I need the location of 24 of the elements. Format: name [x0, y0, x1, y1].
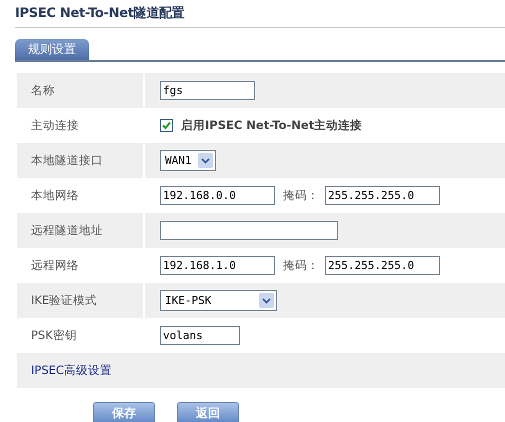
text-field[interactable]: fgs: [160, 81, 255, 100]
checkbox-label: 启用IPSEC Net-To-Net主动连接: [181, 118, 362, 133]
text-field[interactable]: volans: [160, 326, 240, 345]
dropdown[interactable]: WAN1: [160, 150, 216, 171]
dropdown[interactable]: IKE-PSK: [160, 290, 277, 311]
field-label: PSK密钥: [31, 328, 77, 343]
mask-label: 掩码：: [283, 258, 319, 273]
field-label: 本地隧道接口: [31, 153, 103, 168]
mask-field[interactable]: 255.255.255.0: [325, 256, 440, 275]
mask-label: 掩码：: [283, 188, 319, 203]
field-label: 名称: [31, 83, 55, 98]
advanced-settings-link[interactable]: IPSEC高级设置: [17, 353, 112, 388]
tab[interactable]: 规则设置: [15, 39, 89, 60]
field-label: 主动连接: [31, 118, 79, 133]
text-field[interactable]: [160, 221, 338, 240]
mask-field[interactable]: 255.255.255.0: [325, 186, 440, 205]
field-label: 本地网络: [31, 188, 79, 203]
network-field[interactable]: 192.168.1.0: [160, 256, 275, 275]
field-label: 远程隧道地址: [31, 223, 103, 238]
checkbox[interactable]: [160, 119, 173, 132]
field-label: IKE验证模式: [31, 293, 98, 308]
field-label: 远程网络: [31, 258, 79, 273]
network-field[interactable]: 192.168.0.0: [160, 186, 275, 205]
page-title: IPSEC Net-To-Net隧道配置: [15, 0, 505, 28]
